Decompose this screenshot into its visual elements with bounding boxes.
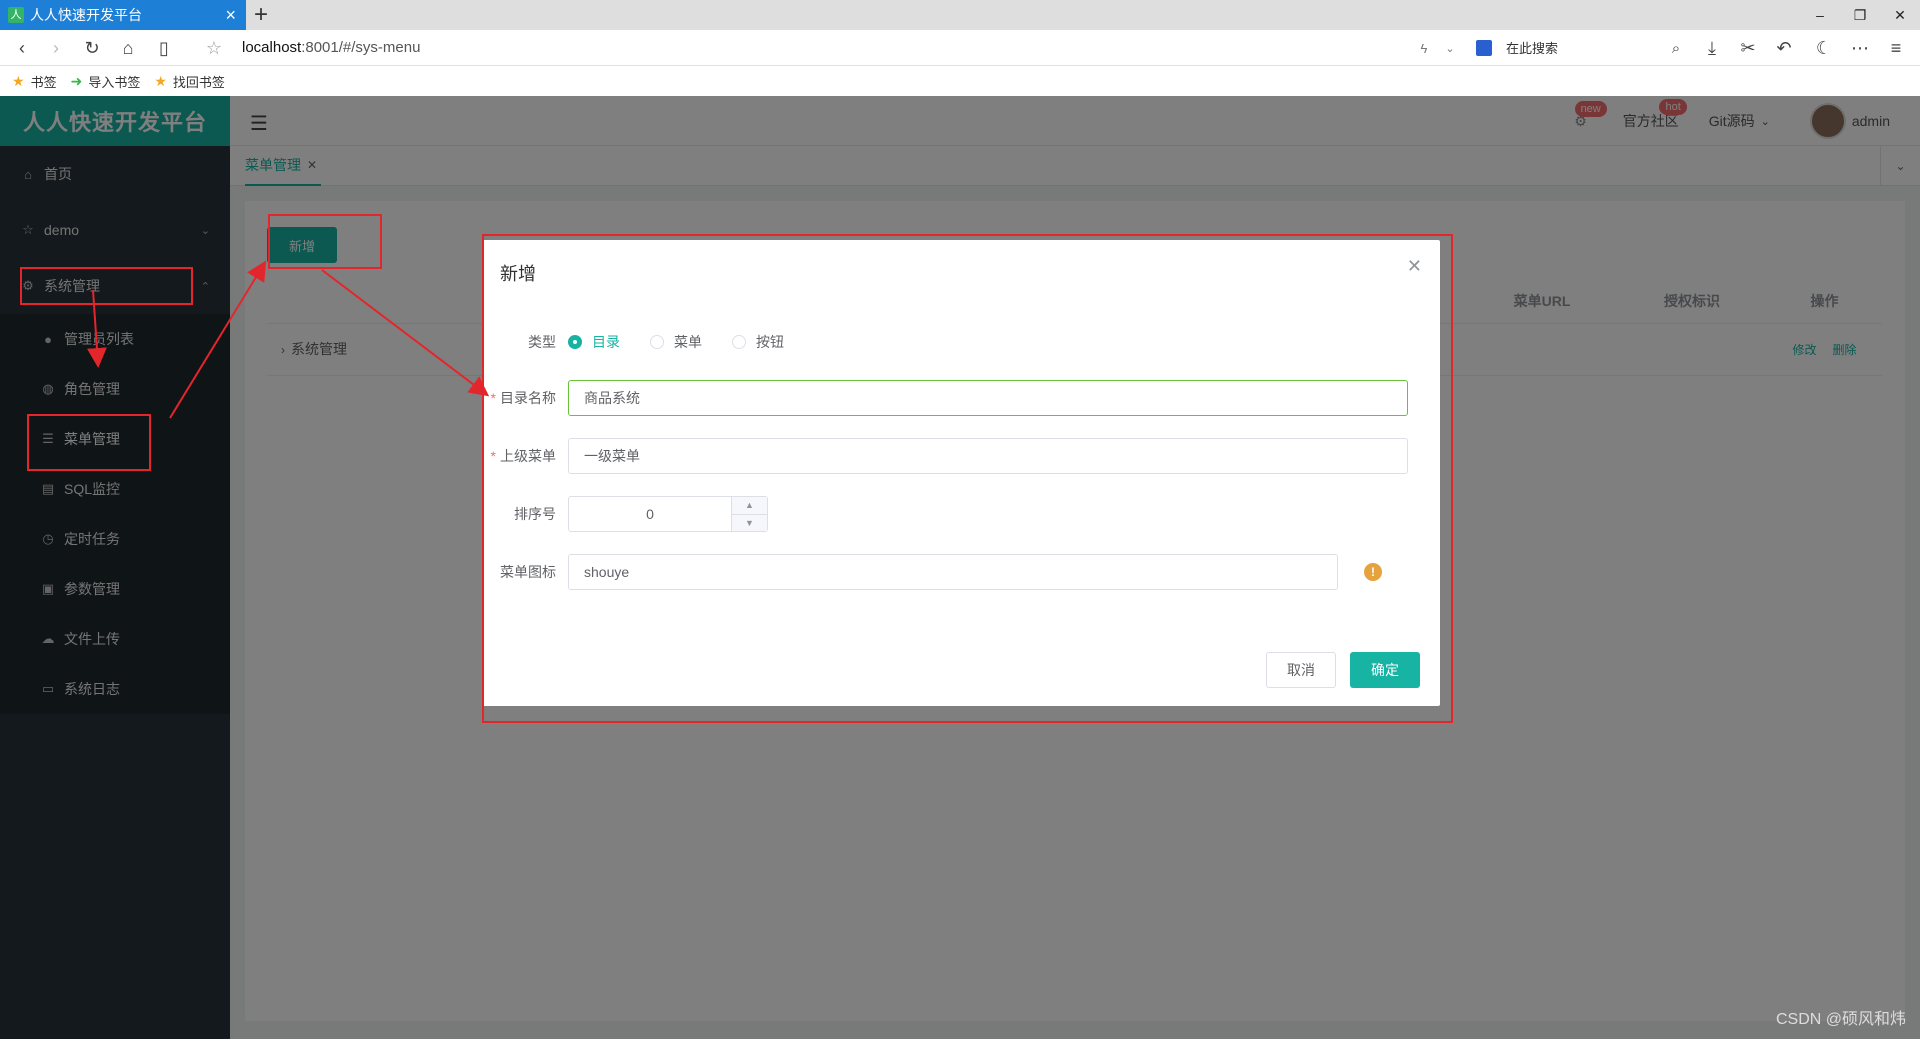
tab-close-icon[interactable]: × [225, 6, 236, 24]
bookmark-label: 导入书签 [88, 74, 141, 90]
url-host: localhost [242, 39, 302, 56]
address-bar: ‹ › ↻ ⌂ ▯ ☆ localhost:8001/#/sys-menu ϟ … [0, 30, 1920, 66]
bookmark-label: 找回书签 [172, 74, 225, 90]
watermark: CSDN @硕风和炜 [1775, 1011, 1906, 1028]
scissors-icon[interactable]: ✂ [1736, 36, 1760, 60]
lightning-icon[interactable]: ϟ [1412, 36, 1436, 60]
window-close-icon[interactable]: ✕ [1880, 0, 1920, 30]
minimize-icon[interactable]: – [1800, 0, 1840, 30]
more-icon[interactable]: ⋯ [1848, 36, 1872, 60]
download-icon[interactable]: ⤓ [1700, 36, 1724, 60]
dropdown-icon[interactable]: ⌄ [1438, 36, 1462, 60]
bookmarks-bar: ★ 书签 ➜ 导入书签 ★ 找回书签 [0, 66, 1920, 96]
reader-icon[interactable]: ▯ [152, 36, 176, 60]
back-icon[interactable]: ‹ [10, 36, 34, 60]
bookmark-label: 书签 [30, 74, 57, 90]
import-icon: ➜ [70, 72, 83, 89]
bookmark-item[interactable]: ➜ 导入书签 [71, 72, 141, 91]
bookmark-item[interactable]: ★ 书签 [12, 72, 57, 91]
search-engine-icon [1476, 39, 1492, 56]
undo-icon[interactable]: ↶ [1772, 36, 1796, 60]
forward-icon[interactable]: › [44, 36, 68, 60]
reload-icon[interactable]: ↻ [80, 36, 104, 60]
tab-title: 人人快速开发平台 [30, 7, 142, 23]
search-box[interactable]: 在此搜索 [1476, 38, 1558, 57]
url-path: :8001/#/sys-menu [301, 39, 421, 56]
url-field[interactable]: localhost:8001/#/sys-menu [242, 39, 420, 56]
browser-tab-bar: 人 人人快速开发平台 × + – ❐ ✕ [0, 0, 1920, 30]
annotation-box-menu [27, 414, 151, 471]
bookmark-item[interactable]: ★ 找回书签 [154, 72, 225, 91]
bookmark-star-icon[interactable]: ☆ [202, 36, 226, 60]
restore-icon[interactable]: ❐ [1840, 0, 1880, 30]
home-browser-icon[interactable]: ⌂ [116, 36, 140, 60]
window-controls: – ❐ ✕ [1800, 0, 1920, 30]
annotation-box-system [20, 267, 193, 305]
search-icon[interactable]: ⌕ [1664, 36, 1688, 60]
night-mode-icon[interactable]: ☾ [1812, 36, 1836, 60]
star-icon: ★ [154, 72, 167, 89]
search-placeholder: 在此搜索 [1506, 41, 1559, 56]
new-tab-icon[interactable]: + [254, 2, 268, 28]
annotation-box-dialog [482, 234, 1453, 723]
annotation-box-add [268, 214, 382, 269]
favicon-icon: 人 [8, 7, 24, 23]
menu-icon[interactable]: ≡ [1884, 36, 1908, 60]
browser-tab[interactable]: 人 人人快速开发平台 × [0, 0, 246, 30]
star-icon: ★ [12, 72, 25, 89]
